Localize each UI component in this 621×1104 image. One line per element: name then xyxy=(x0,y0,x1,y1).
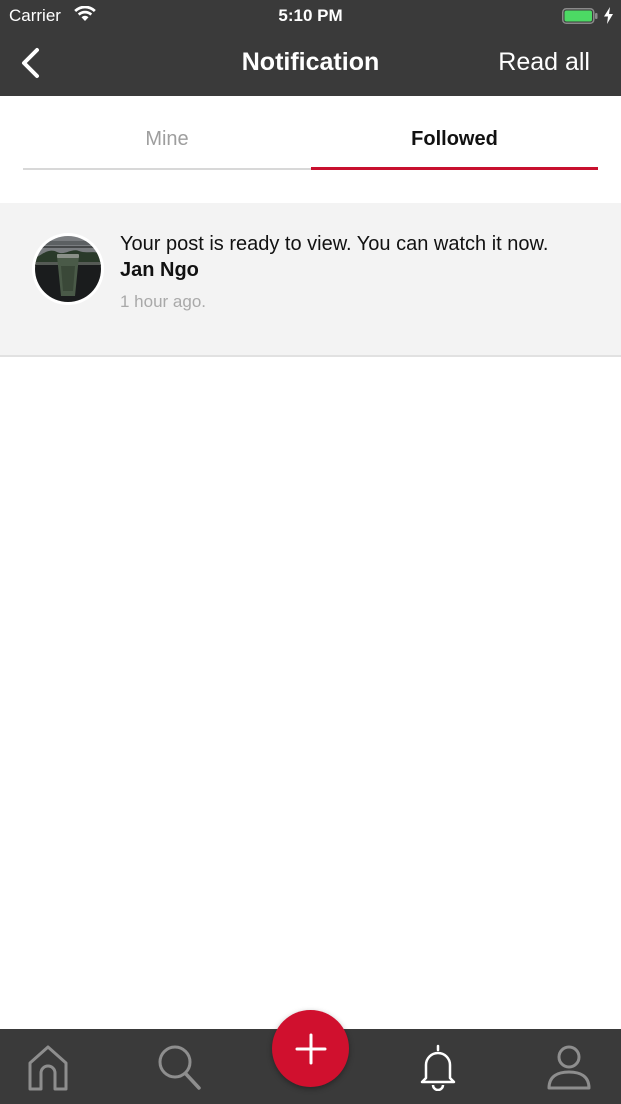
read-all-button[interactable]: Read all xyxy=(498,48,590,77)
notification-item[interactable]: Your post is ready to view. You can watc… xyxy=(0,203,621,357)
tab-notifications[interactable] xyxy=(412,1041,464,1093)
notification-timestamp: 1 hour ago. xyxy=(120,292,207,311)
notification-list: Your post is ready to view. You can watc… xyxy=(0,203,621,357)
notification-message: Your post is ready to view. You can watc… xyxy=(120,233,549,255)
tab-profile[interactable] xyxy=(543,1041,595,1093)
search-icon xyxy=(158,1045,201,1090)
active-tab-indicator xyxy=(311,167,598,170)
notification-tabs: Mine Followed xyxy=(23,96,598,172)
tab-search[interactable] xyxy=(153,1041,205,1093)
user-icon xyxy=(547,1045,591,1090)
bell-icon xyxy=(420,1044,456,1091)
tab-home[interactable] xyxy=(22,1041,74,1093)
notification-screen: Carrier 5:10 PM Notification Read all Mi… xyxy=(0,0,621,1104)
home-icon xyxy=(28,1045,68,1091)
tab-followed-label: Followed xyxy=(411,128,498,150)
notification-author: Jan Ngo xyxy=(120,259,199,281)
tab-mine[interactable]: Mine xyxy=(23,96,311,172)
status-bar: Carrier 5:10 PM xyxy=(0,0,621,32)
tab-mine-label: Mine xyxy=(145,128,189,150)
add-post-button[interactable] xyxy=(272,1010,349,1087)
navigation-bar: Notification Read all xyxy=(0,32,621,96)
avatar-photo xyxy=(35,236,101,302)
charging-bolt-icon xyxy=(604,7,613,24)
battery-icon xyxy=(562,8,598,24)
add-icon xyxy=(295,1033,326,1064)
tab-followed[interactable]: Followed xyxy=(311,96,598,172)
status-time: 5:10 PM xyxy=(278,6,343,25)
avatar[interactable] xyxy=(32,233,104,305)
